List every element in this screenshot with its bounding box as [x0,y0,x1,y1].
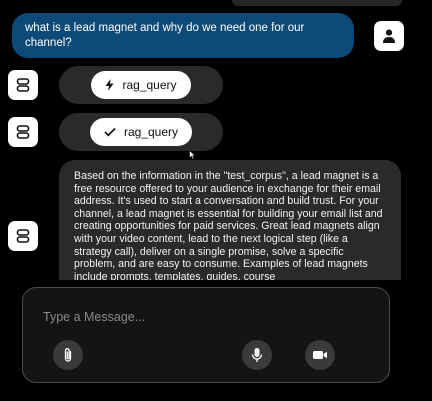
assistant-message-text: Based on the information in the "test_co… [74,170,383,280]
robot-icon [16,229,30,243]
assistant-avatar [8,221,38,251]
assistant-message-bubble: Based on the information in the "test_co… [59,160,401,280]
microphone-icon [251,348,263,362]
tool-call-label: rag_query [123,125,179,139]
attach-button[interactable] [53,340,83,370]
microphone-button[interactable] [242,340,272,370]
video-camera-icon [313,351,327,359]
tool-call-pill: rag_query [59,66,223,104]
robot-icon [16,78,30,92]
tool-call-pill: rag_query [59,113,223,151]
assistant-avatar [8,70,38,100]
robot-icon [16,125,30,139]
previous-panel-edge [232,0,402,6]
mouse-cursor-icon [189,150,196,160]
lightning-icon [105,79,114,91]
user-icon [383,29,395,43]
tool-call-label: rag_query [122,78,177,92]
assistant-avatar [8,117,38,147]
user-message-text: what is a lead magnet and why do we need… [25,22,305,49]
video-button[interactable] [305,340,335,370]
user-message-bubble: what is a lead magnet and why do we need… [12,13,354,58]
message-input[interactable] [43,308,363,326]
paperclip-icon [64,348,72,362]
user-avatar [374,21,404,51]
tool-call-button[interactable]: rag_query [91,71,191,99]
message-composer [22,287,390,383]
tool-call-button[interactable]: rag_query [89,118,193,146]
check-icon [104,127,116,137]
